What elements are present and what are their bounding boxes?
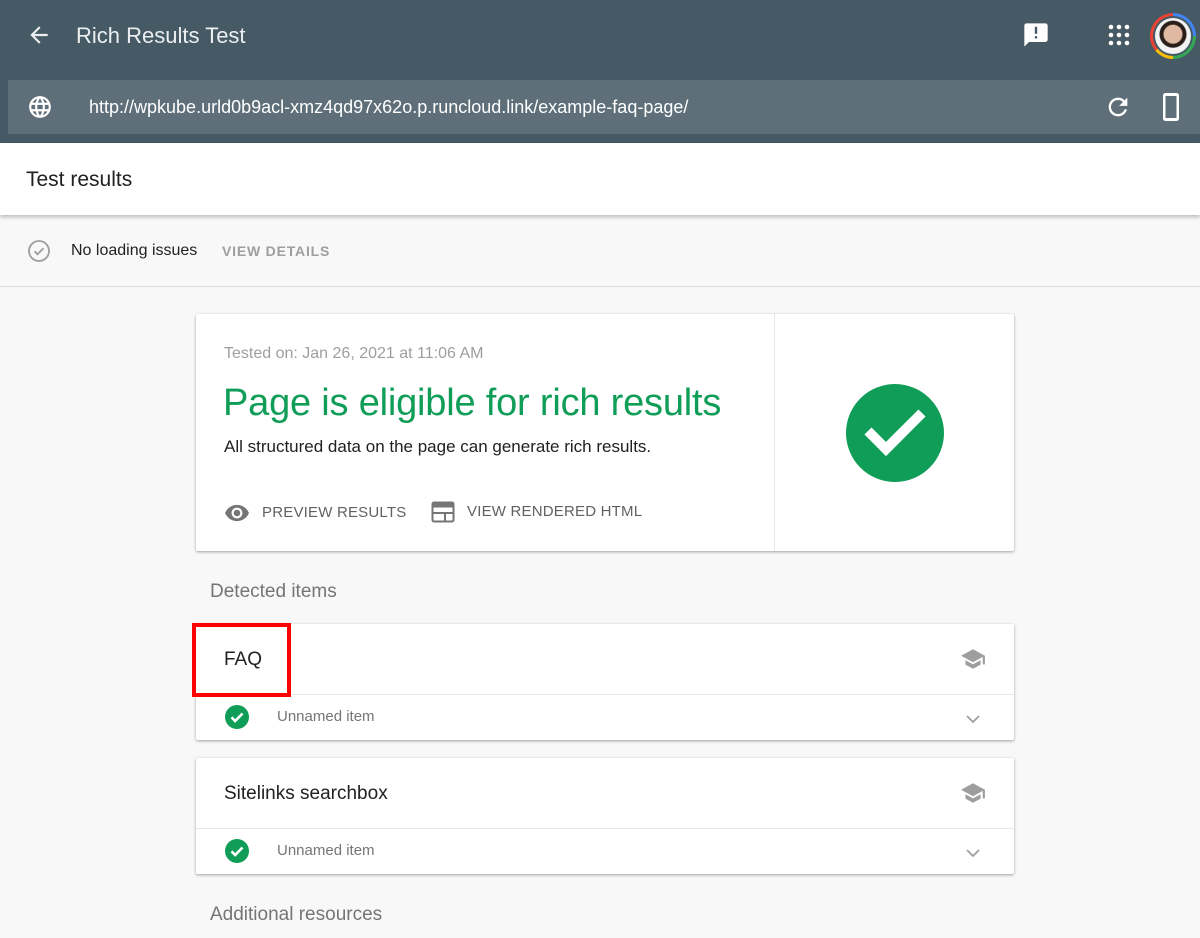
apps-grid-icon — [1108, 24, 1130, 46]
apps-button[interactable] — [1104, 20, 1134, 50]
results-header: Test results — [0, 143, 1200, 215]
eye-icon — [225, 504, 249, 522]
loading-status-text: No loading issues — [71, 242, 198, 259]
chevron-down-icon[interactable] — [963, 709, 983, 729]
account-avatar[interactable] — [1150, 13, 1196, 59]
preview-results-label: PREVIEW RESULTS — [262, 504, 407, 521]
view-details-link[interactable]: VIEW DETAILS — [222, 242, 330, 260]
feedback-button[interactable] — [1021, 20, 1051, 50]
detected-item-card-sitelinks-searchbox: Sitelinks searchbox Unnamed item — [196, 758, 1014, 874]
preview-results-button[interactable]: PREVIEW RESULTS — [224, 500, 406, 526]
item-entry-label: Unnamed item — [277, 842, 375, 859]
url-input[interactable]: http://wpkube.urld0b9acl-xmz4qd97x62o.p.… — [89, 95, 688, 119]
check-circle-outline-icon — [28, 240, 50, 262]
view-rendered-html-button[interactable]: VIEW RENDERED HTML — [431, 500, 642, 524]
item-type-name: Sitelinks searchbox — [224, 783, 388, 804]
list-item[interactable]: Unnamed item — [196, 695, 1014, 740]
avatar-photo — [1155, 18, 1191, 54]
learn-more-school-icon[interactable] — [960, 648, 986, 670]
refresh-icon[interactable] — [1104, 93, 1132, 121]
item-entry-label: Unnamed item — [277, 708, 375, 725]
learn-more-school-icon[interactable] — [960, 782, 986, 804]
app-title: Rich Results Test — [76, 23, 246, 48]
loading-status-row: No loading issues VIEW DETAILS — [0, 215, 1200, 287]
valid-check-icon — [225, 705, 249, 729]
url-bar: http://wpkube.urld0b9acl-xmz4qd97x62o.p.… — [8, 80, 1200, 134]
eligibility-summary-card: Tested on: Jan 26, 2021 at 11:06 AM Page… — [196, 314, 1014, 551]
feedback-icon — [1024, 23, 1048, 47]
valid-check-icon — [225, 839, 249, 863]
item-type-name: FAQ — [224, 649, 263, 670]
results-title: Test results — [26, 168, 133, 191]
list-item[interactable]: Unnamed item — [196, 829, 1014, 874]
eligibility-description: All structured data on the page can gene… — [224, 437, 652, 456]
detected-items-heading: Detected items — [210, 581, 337, 602]
chevron-down-icon[interactable] — [963, 843, 983, 863]
tested-on-date: Tested on: Jan 26, 2021 at 11:06 AM — [224, 345, 484, 362]
globe-icon — [29, 96, 51, 118]
web-page-icon — [431, 501, 455, 523]
view-rendered-html-label: VIEW RENDERED HTML — [467, 503, 643, 520]
smartphone-icon[interactable] — [1158, 92, 1184, 122]
back-button[interactable] — [26, 22, 52, 48]
success-check-icon — [846, 384, 944, 482]
eligibility-headline: Page is eligible for rich results — [223, 382, 722, 424]
additional-resources-heading: Additional resources — [210, 904, 383, 925]
detected-item-card-faq: FAQ Unnamed item — [196, 624, 1014, 740]
arrow-back-icon — [30, 26, 48, 44]
